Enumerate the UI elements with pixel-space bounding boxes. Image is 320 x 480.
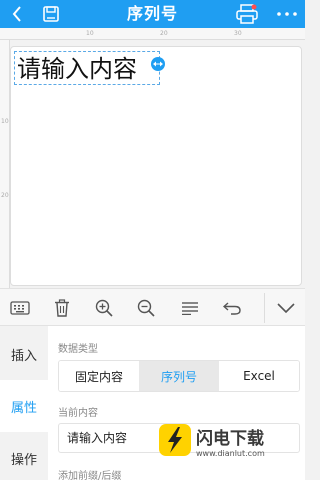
ruler-mark: 20 — [160, 30, 168, 37]
top-ruler: 10 20 30 — [0, 28, 305, 40]
tab-properties[interactable]: 属性 — [0, 380, 48, 432]
svg-text:www.dianlut.com: www.dianlut.com — [196, 449, 265, 458]
chevron-down-icon — [277, 303, 295, 313]
tab-insert[interactable]: 插入 — [0, 328, 48, 380]
keyboard-icon — [10, 301, 30, 315]
print-button[interactable] — [232, 0, 262, 28]
ruler-mark: 20 — [1, 192, 9, 199]
keyboard-button[interactable] — [2, 289, 38, 327]
resize-arrows-icon — [153, 61, 163, 67]
align-button[interactable] — [172, 289, 208, 327]
data-type-selector: 固定内容 序列号 Excel — [58, 360, 300, 392]
svg-text:闪电下载: 闪电下载 — [196, 428, 264, 449]
text-element[interactable]: 请输入内容 — [14, 51, 160, 85]
zoom-out-button[interactable] — [128, 289, 164, 327]
edit-toolbar — [0, 288, 305, 326]
undo-icon — [223, 302, 241, 315]
zoom-in-icon — [95, 299, 113, 317]
app-header: 序列号 — [0, 0, 305, 28]
more-button[interactable] — [270, 0, 304, 28]
delete-button[interactable] — [44, 289, 80, 327]
ruler-mark: 10 — [86, 30, 94, 37]
align-icon — [182, 302, 198, 315]
tab-operations[interactable]: 操作 — [0, 432, 48, 480]
label-paper[interactable]: 请输入内容 — [10, 46, 302, 286]
collapse-panel-button[interactable] — [268, 289, 304, 327]
watermark-logo: 闪电下载 www.dianlut.com — [158, 420, 303, 460]
trash-icon — [55, 299, 69, 317]
zoom-out-icon — [137, 299, 155, 317]
zoom-in-button[interactable] — [86, 289, 122, 327]
undo-button[interactable] — [214, 289, 250, 327]
text-element-content: 请输入内容 — [17, 55, 137, 83]
toolbar-divider — [264, 293, 265, 323]
printer-icon — [236, 4, 258, 24]
ruler-mark: 30 — [234, 30, 242, 37]
lightning-logo-icon: 闪电下载 www.dianlut.com — [159, 424, 265, 458]
data-type-label: 数据类型 — [58, 344, 98, 355]
left-ruler: 10 20 — [0, 40, 10, 288]
more-dots-icon — [277, 12, 297, 16]
ruler-mark: 10 — [1, 118, 9, 125]
data-type-option-fixed[interactable]: 固定内容 — [59, 361, 139, 391]
data-type-option-excel[interactable]: Excel — [219, 361, 299, 391]
current-content-label: 当前内容 — [58, 408, 98, 419]
prefix-suffix-label: 添加前缀/后缀 — [58, 471, 122, 480]
label-canvas-area: 10 20 30 10 20 请输入内容 — [0, 28, 305, 288]
data-type-option-serial[interactable]: 序列号 — [139, 361, 219, 391]
side-tab-bar: 插入 属性 操作 — [0, 326, 48, 480]
resize-handle[interactable] — [151, 57, 165, 71]
